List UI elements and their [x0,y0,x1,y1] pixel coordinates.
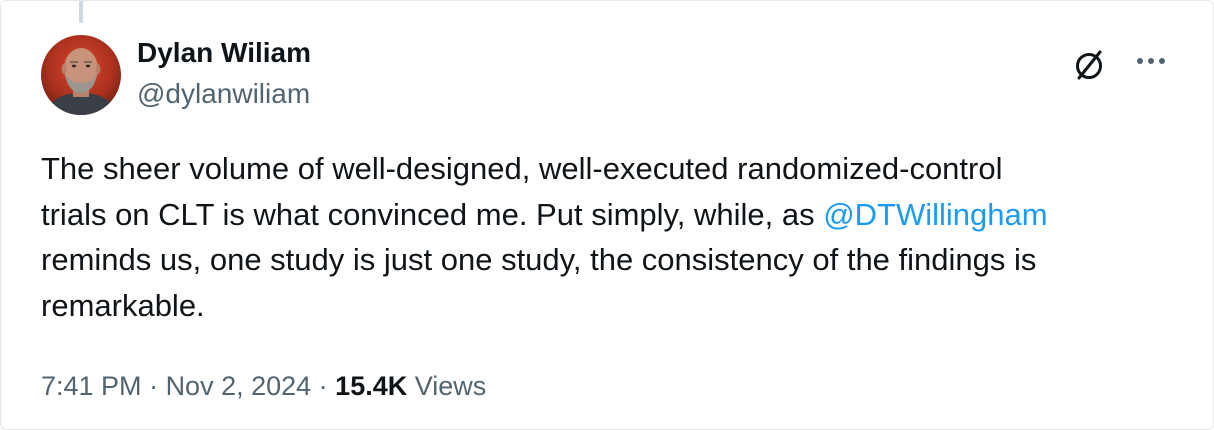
tweet-text-line: remarkable. [41,287,205,323]
tweet-card: Dylan Wiliam @dylanwiliam The sheer volu… [0,0,1214,430]
more-options-button[interactable] [1129,43,1173,79]
author-handle[interactable]: @dylanwiliam [137,76,310,112]
tweet-date: Nov 2, 2024 [165,371,312,401]
tweet-text-line: reminds us, one study is just one study,… [41,242,1037,277]
tweet-metadata: 7:41 PM · Nov 2, 2024 · 15.4K Views [41,368,486,404]
tweet-text-line: trials on CLT is what convinced me. Put … [41,192,1191,238]
views-link[interactable]: 15.4K Views [335,371,486,401]
views-label: Views [407,371,487,401]
author-name[interactable]: Dylan Wiliam [137,35,311,71]
grok-button[interactable] [1069,45,1109,85]
tweet-text-line: The sheer volume of well-designed, well-… [41,151,1003,186]
separator-dot: · [311,371,336,401]
tweet-text: The sheer volume of well-designed, well-… [41,146,1191,328]
grok-icon [1076,50,1102,80]
more-options-icon [1137,58,1165,64]
views-count: 15.4K [335,371,408,401]
tweet-text-segment: trials on CLT is what convinced me. Put … [41,196,824,232]
avatar[interactable] [41,35,121,115]
mention-link[interactable]: @DTWillingham [823,197,1047,232]
timestamp-link[interactable]: 7:41 PM · Nov 2, 2024 [41,371,311,401]
profile-photo-icon [41,35,121,115]
thread-connector-line [79,1,83,23]
separator-dot: · [141,371,166,401]
tweet-time: 7:41 PM [41,371,142,401]
